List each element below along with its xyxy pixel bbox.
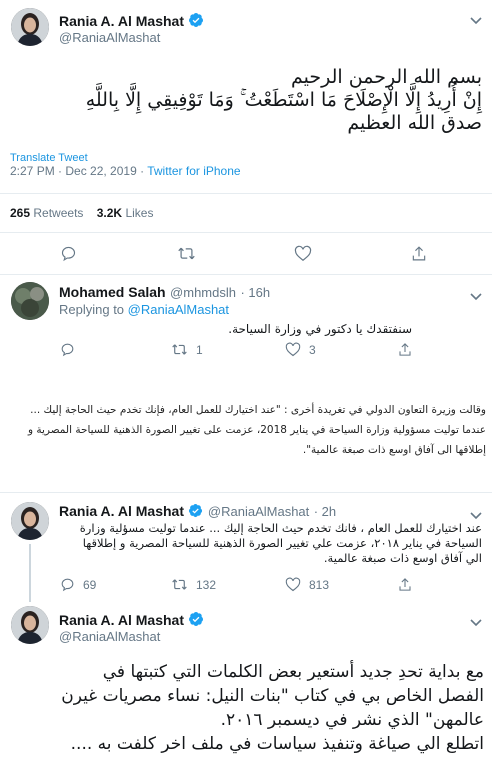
- heart-icon: [294, 245, 312, 262]
- tweet-text-line: الفصل الخاص بي في كتاب "بنات النيل: نساء…: [61, 686, 484, 706]
- tweet-text-line: بسم الله الرحمن الرحيم: [291, 66, 482, 88]
- author-name-text: Rania A. Al Mashat: [59, 13, 184, 29]
- like-count: 3: [309, 342, 316, 357]
- like-button[interactable]: [294, 245, 312, 262]
- author-name[interactable]: Mohamed Salah: [59, 284, 166, 300]
- retweet-icon: [177, 245, 196, 262]
- tweet-source-link[interactable]: Twitter for iPhone: [147, 164, 240, 178]
- share-button[interactable]: [398, 342, 412, 357]
- author-name[interactable]: Rania A. Al Mashat: [59, 611, 204, 630]
- avatar[interactable]: [11, 282, 49, 320]
- retweets-stat[interactable]: 265 Retweets: [10, 206, 83, 220]
- retweet-count: 1: [196, 342, 203, 357]
- chevron-down-icon[interactable]: [470, 12, 482, 30]
- author-name[interactable]: Rania A. Al Mashat: [59, 12, 204, 31]
- meta-separator: ·: [136, 164, 148, 178]
- chevron-down-icon[interactable]: [470, 614, 482, 632]
- author-name-text: Rania A. Al Mashat: [59, 612, 184, 628]
- divider: [0, 232, 492, 233]
- paragraph-line: عندما توليت مسؤولية وزارة السياحة في ينا…: [27, 424, 486, 436]
- share-button[interactable]: [411, 245, 427, 262]
- divider: [0, 492, 492, 493]
- share-icon: [398, 342, 412, 357]
- profile-photo: [11, 606, 49, 644]
- retweet-icon: [171, 342, 188, 357]
- like-button[interactable]: 3: [285, 342, 316, 357]
- tweet-text-line: اتطلع الي صياغة وتنفيذ سياسات في ملف اخر…: [70, 734, 484, 754]
- chevron-down-icon[interactable]: [470, 288, 482, 306]
- tweet-text: مع بداية تحدِ جديد أستعير بعض الكلمات ال…: [6, 660, 484, 756]
- author-handle[interactable]: @RaniaAlMashat: [208, 504, 309, 519]
- quoted-paragraph: وقالت وزيرة التعاون الدولي في تغريدة أخر…: [2, 400, 486, 460]
- retweet-icon: [171, 577, 188, 592]
- reply-icon: [60, 245, 77, 262]
- tweet-text-line: عند اختيارك للعمل العام ، فانك تخدم حيث …: [79, 521, 482, 535]
- likes-stat[interactable]: 3.2K Likes: [97, 206, 154, 220]
- avatar[interactable]: [11, 8, 49, 46]
- retweets-label: Retweets: [33, 206, 84, 220]
- divider: [0, 193, 492, 194]
- replying-to: Replying to @RaniaAlMashat: [59, 302, 229, 317]
- retweets-count: 265: [10, 206, 31, 220]
- tweet-age[interactable]: · 2h: [314, 504, 336, 519]
- reply-author-line: Mohamed Salah @mhmdslh · 16h: [59, 284, 270, 302]
- retweet-button[interactable]: 132: [171, 577, 216, 592]
- tweet-age[interactable]: · 16h: [240, 285, 270, 300]
- author-handle[interactable]: @RaniaAlMashat: [59, 30, 160, 45]
- profile-photo: [11, 502, 49, 540]
- replying-to-label: Replying to: [59, 302, 125, 317]
- verified-badge-icon: [188, 12, 204, 31]
- reply-count: 69: [83, 577, 97, 592]
- likes-label: Likes: [125, 206, 154, 220]
- tweet-text-line: إِنْ أُرِيدُ إِلَّا الْإِصْلَاحَ مَا اسْ…: [85, 89, 482, 111]
- avatar[interactable]: [11, 606, 49, 644]
- heart-icon: [285, 342, 301, 357]
- tweet-text: عند اختيارك للعمل العام ، فانك تخدم حيث …: [57, 521, 482, 566]
- share-icon: [411, 245, 427, 262]
- tweet-timestamp[interactable]: 2:27 PM · Dec 22, 2019: [10, 164, 137, 178]
- tweet-text-line: الي آفاق اوسع ذات صبغة عالمية.: [323, 551, 482, 565]
- translate-tweet-link[interactable]: Translate Tweet: [10, 152, 88, 164]
- thread-connector-line: [29, 544, 31, 602]
- paragraph-line: وقالت وزيرة التعاون الدولي في تغريدة أخر…: [30, 404, 486, 416]
- like-count: 813: [309, 577, 330, 592]
- tweet-text-line: السياحة في يناير ٢٠١٨، عزمت علي تغيير ال…: [82, 536, 482, 550]
- tweet-text-line: مع بداية تحدِ جديد أستعير بعض الكلمات ال…: [102, 662, 484, 682]
- reply-button[interactable]: [60, 342, 75, 357]
- share-button[interactable]: [398, 577, 412, 592]
- like-button[interactable]: 813: [285, 577, 329, 592]
- retweet-button[interactable]: [177, 245, 196, 262]
- reply-icon: [60, 342, 75, 357]
- profile-photo: [11, 282, 49, 320]
- author-handle[interactable]: @RaniaAlMashat: [59, 629, 160, 644]
- reply-button[interactable]: [60, 245, 77, 262]
- tweet-text-line: عالمهن" الذي نشر في ديسمبر ٢٠١٦.: [220, 710, 484, 730]
- author-name[interactable]: Rania A. Al Mashat: [59, 503, 184, 519]
- divider: [0, 274, 492, 275]
- heart-icon: [285, 577, 301, 592]
- profile-photo: [11, 8, 49, 46]
- likes-count: 3.2K: [96, 206, 123, 220]
- tweet-text-line: صدق الله العظيم: [347, 112, 482, 134]
- tweet-meta: 2:27 PM · Dec 22, 2019 · Twitter for iPh…: [10, 164, 241, 178]
- tweet-text: بسم الله الرحمن الرحيم إِنْ أُرِيدُ إِلَ…: [12, 66, 482, 135]
- author-handle[interactable]: @mhmdslh: [170, 285, 236, 300]
- engagement-stats: 265 Retweets 3.2K Likes: [10, 206, 153, 220]
- retweet-button[interactable]: 1: [171, 342, 203, 357]
- paragraph-line: إطلاقها الى آفاق اوسع ذات صبغة عالمية".: [302, 444, 486, 456]
- retweet-count: 132: [196, 577, 217, 592]
- verified-badge-icon: [188, 611, 204, 630]
- avatar[interactable]: [11, 502, 49, 540]
- share-icon: [398, 577, 412, 592]
- replying-to-link[interactable]: @RaniaAlMashat: [128, 302, 229, 317]
- thread-author-line: Rania A. Al Mashat @RaniaAlMashat · 2h: [59, 503, 336, 523]
- verified-badge-icon: [188, 503, 203, 523]
- tweet-text: سنفتقدك يا دكتور في وزارة السياحة.: [228, 322, 412, 336]
- reply-button[interactable]: 69: [60, 577, 96, 592]
- reply-icon: [60, 577, 75, 592]
